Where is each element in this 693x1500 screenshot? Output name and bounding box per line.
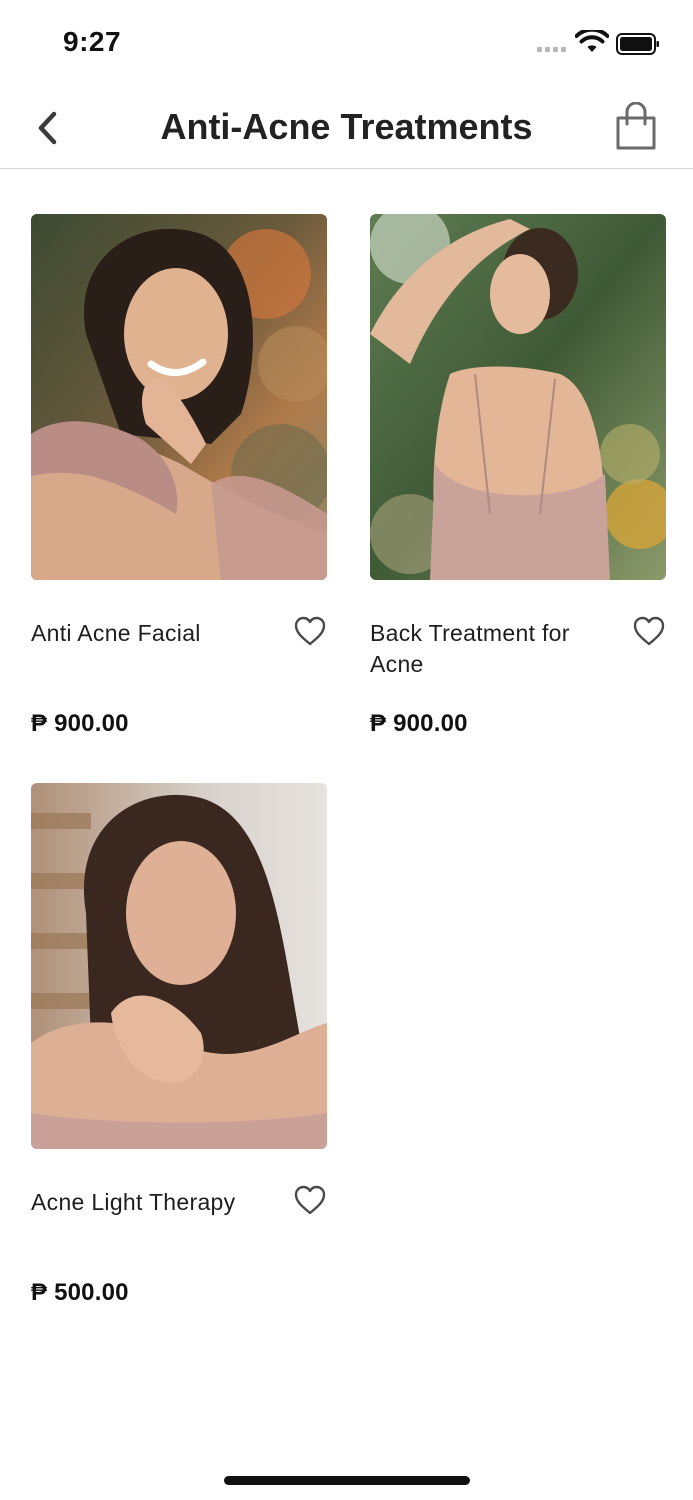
home-indicator[interactable] [224,1476,470,1485]
product-price: ₱ 900.00 [31,710,129,737]
product-name[interactable]: Anti Acne Facial [31,618,271,649]
product-price: ₱ 900.00 [370,710,468,737]
shopping-bag-icon[interactable] [612,102,660,152]
product-price: ₱ 500.00 [31,1279,129,1306]
product-photo-woman-smiling[interactable] [31,214,327,580]
navigation-bar: Anti-Acne Treatments [0,88,693,169]
heart-outline-icon[interactable] [293,1184,327,1216]
product-name[interactable]: Back Treatment for Acne [370,618,610,680]
battery-icon [616,33,659,55]
cellular-signal-icon [537,47,567,53]
page-title: Anti-Acne Treatments [160,106,533,147]
status-bar: 9:27 [0,0,693,88]
product-photo-woman-hand-on-cheek[interactable] [31,783,327,1149]
heart-outline-icon[interactable] [293,615,327,647]
product-photo-woman-bare-back[interactable] [370,214,666,580]
product-name[interactable]: Acne Light Therapy [31,1187,271,1218]
status-time: 9:27 [63,26,122,57]
wifi-icon [575,30,609,52]
heart-outline-icon[interactable] [632,615,666,647]
